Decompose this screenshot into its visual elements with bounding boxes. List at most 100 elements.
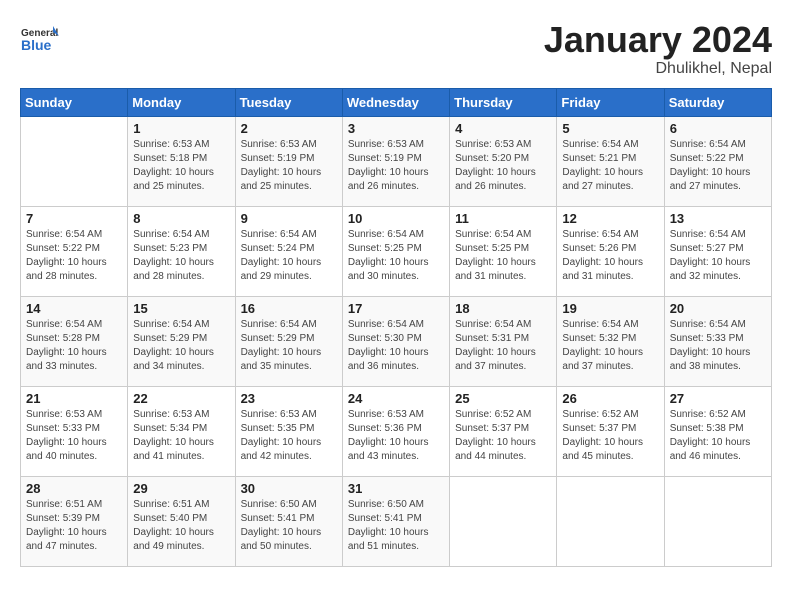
day-cell: 2 Sunrise: 6:53 AM Sunset: 5:19 PM Daylig… [235,116,342,206]
day-cell: 8 Sunrise: 6:54 AM Sunset: 5:23 PM Daylig… [128,206,235,296]
logo: GeneralBlue [20,20,64,60]
day-info: Sunrise: 6:50 AM Sunset: 5:41 PM Dayligh… [241,498,337,554]
day-number: 3 [348,121,444,136]
day-info: Sunrise: 6:54 AM Sunset: 5:21 PM Dayligh… [562,138,658,194]
day-info: Sunrise: 6:51 AM Sunset: 5:40 PM Dayligh… [133,498,229,554]
day-number: 29 [133,481,229,496]
day-number: 25 [455,391,551,406]
day-cell: 20Sunrise: 6:54 AM Sunset: 5:33 PM Dayli… [664,296,771,386]
calendar-table: Sunday Monday Tuesday Wednesday Thursday… [20,88,772,567]
day-info: Sunrise: 6:54 AM Sunset: 5:32 PM Dayligh… [562,318,658,374]
day-cell: 26Sunrise: 6:52 AM Sunset: 5:37 PM Dayli… [557,386,664,476]
day-cell: 10Sunrise: 6:54 AM Sunset: 5:25 PM Dayli… [342,206,449,296]
day-number: 30 [241,481,337,496]
title-block: January 2024 Dhulikhel, Nepal [544,20,772,78]
day-cell: 5Sunrise: 6:54 AM Sunset: 5:21 PM Daylig… [557,116,664,206]
day-number: 24 [348,391,444,406]
day-info: Sunrise: 6:54 AM Sunset: 5:29 PM Dayligh… [241,318,337,374]
day-number: 15 [133,301,229,316]
day-info: Sunrise: 6:52 AM Sunset: 5:37 PM Dayligh… [455,408,551,464]
day-cell: 9Sunrise: 6:54 AM Sunset: 5:24 PM Daylig… [235,206,342,296]
day-number: 7 [26,211,122,226]
week-row-5: 28 Sunrise: 6:51 AM Sunset: 5:39 PM Dayli… [21,476,772,566]
day-cell: 6 Sunrise: 6:54 AM Sunset: 5:22 PM Daylig… [664,116,771,206]
day-info: Sunrise: 6:54 AM Sunset: 5:22 PM Dayligh… [26,228,122,284]
day-cell: 16Sunrise: 6:54 AM Sunset: 5:29 PM Dayli… [235,296,342,386]
day-number: 12 [562,211,658,226]
day-info: Sunrise: 6:53 AM Sunset: 5:18 PM Dayligh… [133,138,229,194]
day-info: Sunrise: 6:54 AM Sunset: 5:22 PM Dayligh… [670,138,766,194]
day-cell: 12Sunrise: 6:54 AM Sunset: 5:26 PM Dayli… [557,206,664,296]
week-row-2: 7 Sunrise: 6:54 AM Sunset: 5:22 PM Daylig… [21,206,772,296]
day-info: Sunrise: 6:52 AM Sunset: 5:38 PM Dayligh… [670,408,766,464]
day-cell: 17Sunrise: 6:54 AM Sunset: 5:30 PM Dayli… [342,296,449,386]
logo-icon: GeneralBlue [20,20,60,60]
day-cell: 23 Sunrise: 6:53 AM Sunset: 5:35 PM Dayli… [235,386,342,476]
day-number: 1 [133,121,229,136]
day-number: 8 [133,211,229,226]
day-number: 28 [26,481,122,496]
calendar-body: 1 Sunrise: 6:53 AM Sunset: 5:18 PM Daylig… [21,116,772,566]
day-number: 4 [455,121,551,136]
col-friday: Friday [557,88,664,116]
day-cell [557,476,664,566]
col-saturday: Saturday [664,88,771,116]
day-cell: 13 Sunrise: 6:54 AM Sunset: 5:27 PM Dayli… [664,206,771,296]
day-info: Sunrise: 6:54 AM Sunset: 5:28 PM Dayligh… [26,318,122,374]
day-cell: 22 Sunrise: 6:53 AM Sunset: 5:34 PM Dayli… [128,386,235,476]
day-number: 22 [133,391,229,406]
day-number: 6 [670,121,766,136]
day-cell: 28 Sunrise: 6:51 AM Sunset: 5:39 PM Dayli… [21,476,128,566]
day-cell: 30 Sunrise: 6:50 AM Sunset: 5:41 PM Dayli… [235,476,342,566]
day-info: Sunrise: 6:54 AM Sunset: 5:31 PM Dayligh… [455,318,551,374]
day-cell: 18 Sunrise: 6:54 AM Sunset: 5:31 PM Dayli… [450,296,557,386]
day-number: 2 [241,121,337,136]
day-number: 9 [241,211,337,226]
day-cell: 7 Sunrise: 6:54 AM Sunset: 5:22 PM Daylig… [21,206,128,296]
day-cell: 15Sunrise: 6:54 AM Sunset: 5:29 PM Dayli… [128,296,235,386]
col-wednesday: Wednesday [342,88,449,116]
day-number: 13 [670,211,766,226]
day-cell [664,476,771,566]
day-info: Sunrise: 6:53 AM Sunset: 5:19 PM Dayligh… [348,138,444,194]
day-cell: 1 Sunrise: 6:53 AM Sunset: 5:18 PM Daylig… [128,116,235,206]
day-number: 27 [670,391,766,406]
col-sunday: Sunday [21,88,128,116]
location: Dhulikhel, Nepal [544,60,772,78]
month-year: January 2024 [544,20,772,60]
col-tuesday: Tuesday [235,88,342,116]
day-info: Sunrise: 6:50 AM Sunset: 5:41 PM Dayligh… [348,498,444,554]
day-info: Sunrise: 6:54 AM Sunset: 5:23 PM Dayligh… [133,228,229,284]
day-info: Sunrise: 6:54 AM Sunset: 5:27 PM Dayligh… [670,228,766,284]
day-info: Sunrise: 6:54 AM Sunset: 5:25 PM Dayligh… [455,228,551,284]
day-cell: 4 Sunrise: 6:53 AM Sunset: 5:20 PM Daylig… [450,116,557,206]
day-cell: 14Sunrise: 6:54 AM Sunset: 5:28 PM Dayli… [21,296,128,386]
day-info: Sunrise: 6:53 AM Sunset: 5:20 PM Dayligh… [455,138,551,194]
day-info: Sunrise: 6:53 AM Sunset: 5:35 PM Dayligh… [241,408,337,464]
day-info: Sunrise: 6:54 AM Sunset: 5:25 PM Dayligh… [348,228,444,284]
day-number: 23 [241,391,337,406]
day-number: 21 [26,391,122,406]
day-number: 26 [562,391,658,406]
day-cell: 21 Sunrise: 6:53 AM Sunset: 5:33 PM Dayli… [21,386,128,476]
week-row-4: 21 Sunrise: 6:53 AM Sunset: 5:33 PM Dayli… [21,386,772,476]
day-number: 11 [455,211,551,226]
col-monday: Monday [128,88,235,116]
svg-text:Blue: Blue [21,37,52,53]
day-cell: 11 Sunrise: 6:54 AM Sunset: 5:25 PM Dayli… [450,206,557,296]
day-number: 17 [348,301,444,316]
week-row-3: 14Sunrise: 6:54 AM Sunset: 5:28 PM Dayli… [21,296,772,386]
day-info: Sunrise: 6:53 AM Sunset: 5:19 PM Dayligh… [241,138,337,194]
day-cell: 29 Sunrise: 6:51 AM Sunset: 5:40 PM Dayli… [128,476,235,566]
day-cell: 27 Sunrise: 6:52 AM Sunset: 5:38 PM Dayli… [664,386,771,476]
day-cell: 25 Sunrise: 6:52 AM Sunset: 5:37 PM Dayli… [450,386,557,476]
day-cell: 24Sunrise: 6:53 AM Sunset: 5:36 PM Dayli… [342,386,449,476]
page-header: GeneralBlue January 2024 Dhulikhel, Nepa… [20,20,772,78]
day-info: Sunrise: 6:53 AM Sunset: 5:33 PM Dayligh… [26,408,122,464]
col-thursday: Thursday [450,88,557,116]
day-info: Sunrise: 6:53 AM Sunset: 5:34 PM Dayligh… [133,408,229,464]
day-cell: 3 Sunrise: 6:53 AM Sunset: 5:19 PM Daylig… [342,116,449,206]
day-cell: 19Sunrise: 6:54 AM Sunset: 5:32 PM Dayli… [557,296,664,386]
day-number: 18 [455,301,551,316]
day-info: Sunrise: 6:51 AM Sunset: 5:39 PM Dayligh… [26,498,122,554]
